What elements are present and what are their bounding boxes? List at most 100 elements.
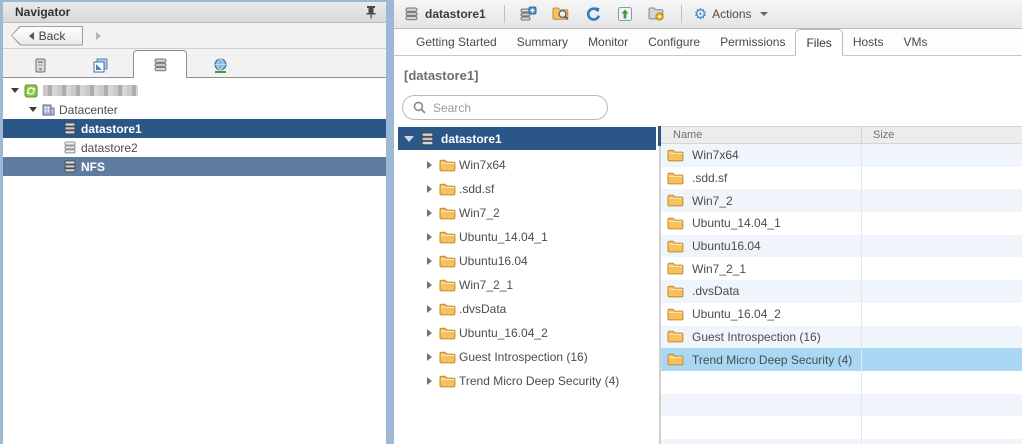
file-row[interactable]: Guest Introspection (16) xyxy=(661,326,1022,349)
tab-label: Files xyxy=(806,36,831,50)
tree-item-label: datastore2 xyxy=(81,141,138,155)
empty-rows xyxy=(661,371,1022,444)
expand-arrow-icon[interactable] xyxy=(427,377,432,385)
folder-tree-item[interactable]: Ubuntu_16.04_2 xyxy=(398,321,656,345)
navigator-header: Navigator xyxy=(3,2,386,23)
actions-label: Actions xyxy=(712,7,751,21)
file-name: .sdd.sf xyxy=(692,171,727,185)
file-size xyxy=(862,303,1022,326)
tree-item-nfs[interactable]: NFS xyxy=(3,157,386,176)
file-row[interactable]: Ubuntu_14.04_1 xyxy=(661,212,1022,235)
folder-tree-item[interactable]: Trend Micro Deep Security (4) xyxy=(398,369,656,393)
content-tab[interactable]: Monitor xyxy=(578,29,638,55)
actions-button[interactable]: ⚙ Actions xyxy=(690,5,772,24)
folder-tree-item[interactable]: Ubuntu_14.04_1 xyxy=(398,225,656,249)
folder-tree-item[interactable]: Ubuntu16.04 xyxy=(398,249,656,273)
content-tab[interactable]: Hosts xyxy=(843,29,894,55)
expand-arrow-icon[interactable] xyxy=(427,329,432,337)
file-row[interactable]: Win7_2 xyxy=(661,189,1022,212)
tab-storage[interactable] xyxy=(133,50,187,78)
file-name: Win7_2 xyxy=(692,194,733,208)
expand-arrow-icon[interactable] xyxy=(427,185,432,193)
tab-vms-and-templates[interactable] xyxy=(83,53,117,77)
collapse-arrow-icon[interactable] xyxy=(29,107,37,112)
column-header-size[interactable]: Size xyxy=(862,127,1022,143)
expand-arrow-icon[interactable] xyxy=(427,209,432,217)
expand-arrow-icon[interactable] xyxy=(427,281,432,289)
tree-item-datacenter[interactable]: Datacenter xyxy=(3,100,386,119)
file-row[interactable]: Ubuntu_16.04_2 xyxy=(661,303,1022,326)
refresh-icon[interactable] xyxy=(580,3,606,25)
tree-item-datastore1[interactable]: datastore1 xyxy=(3,119,386,138)
vcenter-name-redacted xyxy=(43,85,138,96)
content-tab[interactable]: Permissions xyxy=(710,29,795,55)
folder-icon xyxy=(667,262,684,275)
increase-capacity-icon[interactable] xyxy=(612,3,638,25)
folder-label: .sdd.sf xyxy=(459,182,494,196)
folder-icon xyxy=(667,240,684,253)
expand-arrow-icon[interactable] xyxy=(427,305,432,313)
chevron-down-icon xyxy=(760,12,768,16)
collapse-arrow-icon[interactable] xyxy=(11,88,19,93)
expand-arrow-icon[interactable] xyxy=(427,353,432,361)
column-header-name[interactable]: Name xyxy=(661,127,862,143)
back-button[interactable]: Back xyxy=(11,26,83,46)
file-row[interactable]: .dvsData xyxy=(661,280,1022,303)
folder-tree-rows: Win7x64 .sdd.sf Win7_2 xyxy=(398,150,656,393)
forward-button[interactable] xyxy=(87,26,109,46)
expand-arrow-icon[interactable] xyxy=(427,233,432,241)
folder-label: Win7_2 xyxy=(459,206,500,220)
file-list: Name Size Win7x64 xyxy=(661,126,1022,444)
browse-files-icon[interactable] xyxy=(548,3,574,25)
file-row[interactable]: .sdd.sf xyxy=(661,167,1022,190)
search-input[interactable] xyxy=(433,101,599,115)
navigation-history-bar: Back xyxy=(3,23,386,49)
content-tab[interactable]: Getting Started xyxy=(406,29,507,55)
tab-hosts-and-clusters[interactable] xyxy=(23,53,57,77)
expand-arrow-icon[interactable] xyxy=(427,257,432,265)
folder-tree-item[interactable]: Win7_2 xyxy=(398,201,656,225)
file-name: Trend Micro Deep Security (4) xyxy=(692,353,852,367)
content-tab[interactable]: VMs xyxy=(894,29,938,55)
pin-icon[interactable] xyxy=(364,5,378,19)
folder-tree-item[interactable]: Guest Introspection (16) xyxy=(398,345,656,369)
root-label: datastore1 xyxy=(441,132,502,146)
gear-icon: ⚙ xyxy=(694,7,707,22)
folder-tree-item[interactable]: Win7_2_1 xyxy=(398,273,656,297)
search-box xyxy=(402,95,608,120)
expand-arrow-icon[interactable] xyxy=(427,161,432,169)
file-row[interactable]: Trend Micro Deep Security (4) xyxy=(661,348,1022,371)
tab-label: Configure xyxy=(648,35,700,49)
file-row[interactable]: Win7x64 xyxy=(661,144,1022,167)
folder-tree-item[interactable]: Win7x64 xyxy=(398,153,656,177)
collapse-arrow-icon[interactable] xyxy=(404,136,414,142)
folder-tree-item[interactable]: .dvsData xyxy=(398,297,656,321)
folder-icon xyxy=(439,207,456,220)
file-row[interactable]: Win7_2_1 xyxy=(661,257,1022,280)
register-vm-icon[interactable] xyxy=(516,3,542,25)
storage-providers-icon[interactable] xyxy=(644,3,670,25)
page-title: [datastore1] xyxy=(404,68,478,83)
tree-item-vcenter[interactable] xyxy=(3,81,386,100)
folder-tree-root[interactable]: datastore1 xyxy=(398,127,656,150)
tab-label: Getting Started xyxy=(416,35,497,49)
file-size xyxy=(862,280,1022,303)
inventory-tree: Datacenter datastore1 datastore2 NFS xyxy=(3,78,386,444)
datastore-folder-tree: datastore1 Win7x64 .sdd.sf xyxy=(398,127,656,444)
tree-item-datastore2[interactable]: datastore2 xyxy=(3,138,386,157)
globe-icon xyxy=(213,58,228,73)
tab-label: Hosts xyxy=(853,35,884,49)
file-size xyxy=(862,167,1022,190)
content-tab[interactable]: Summary xyxy=(507,29,578,55)
folder-icon xyxy=(439,159,456,172)
folder-tree-item[interactable]: .sdd.sf xyxy=(398,177,656,201)
content-tab[interactable]: Files xyxy=(795,29,842,56)
tab-networking[interactable] xyxy=(203,53,237,77)
search-icon xyxy=(413,101,426,114)
file-row[interactable]: Ubuntu16.04 xyxy=(661,235,1022,258)
datastore-icon xyxy=(63,122,77,135)
folder-icon xyxy=(439,231,456,244)
file-name: .dvsData xyxy=(692,284,739,298)
content-tab[interactable]: Configure xyxy=(638,29,710,55)
folder-icon xyxy=(439,327,456,340)
